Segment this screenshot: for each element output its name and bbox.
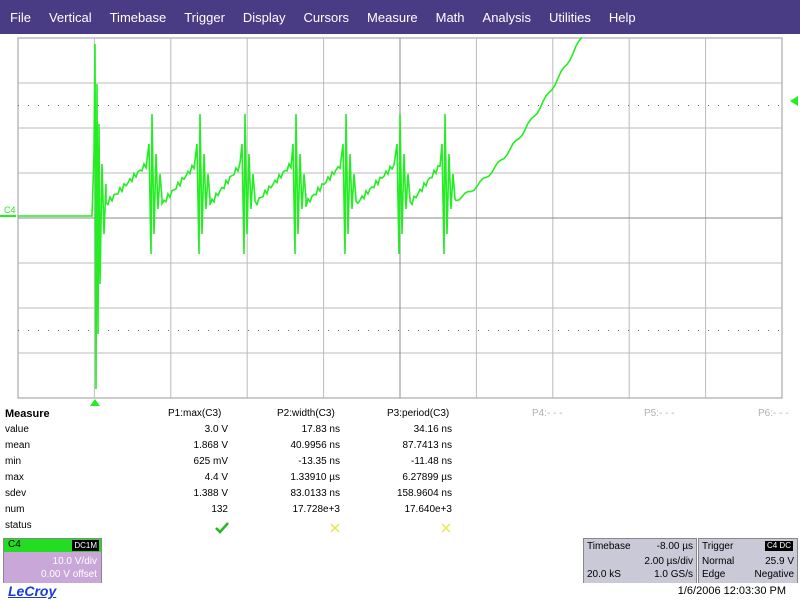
waveform-display[interactable]: C4 <box>0 34 800 406</box>
menu-math[interactable]: Math <box>427 10 474 25</box>
channel-4-trace <box>18 36 583 390</box>
cell-p2: -13.35 ns <box>298 456 340 467</box>
menu-bar: File Vertical Timebase Trigger Display C… <box>0 0 800 34</box>
menu-display[interactable]: Display <box>234 10 295 25</box>
trigger-mode: Normal <box>702 556 735 567</box>
cell-p1: 1.868 V <box>193 440 228 451</box>
trigger-title: Trigger <box>702 541 734 552</box>
measure-title: Measure <box>5 408 50 420</box>
row-label: max <box>5 472 24 483</box>
param-p1[interactable]: P1:max(C3) <box>168 408 221 419</box>
trigger-descriptor[interactable]: Trigger C4 DC Normal 25.9 V Edge Negativ… <box>698 538 798 584</box>
measure-panel: Measure P1:max(C3) P2:width(C3) P3:perio… <box>0 406 800 536</box>
trigger-level: 25.9 V <box>765 556 794 567</box>
param-p4[interactable]: P4:- - - <box>532 408 563 419</box>
menu-measure[interactable]: Measure <box>358 10 427 25</box>
trigger-level-icon[interactable] <box>790 96 798 106</box>
menu-vertical[interactable]: Vertical <box>40 10 101 25</box>
cell-p2: 17.83 ns <box>301 424 340 435</box>
row-label: sdev <box>5 488 27 499</box>
cell-p1: 1.388 V <box>193 488 228 499</box>
coupling-badge: DC1M <box>72 540 99 551</box>
trigger-position-icon[interactable] <box>90 399 100 406</box>
cell-p3: 87.7413 ns <box>402 440 453 451</box>
cell-p1: 3.0 V <box>204 424 228 435</box>
row-label: num <box>5 504 25 515</box>
cell-p3: 34.16 ns <box>413 424 452 435</box>
param-p3[interactable]: P3:period(C3) <box>387 408 449 419</box>
measure-row-status: status <box>0 520 800 536</box>
channel-4-header: C4 DC1M <box>4 539 101 552</box>
timebase-title: Timebase <box>587 541 631 552</box>
measure-row-value: value 3.0 V 17.83 ns 34.16 ns <box>0 424 800 440</box>
menu-analysis[interactable]: Analysis <box>474 10 540 25</box>
menu-cursors[interactable]: Cursors <box>295 10 359 25</box>
cross-icon <box>441 523 451 533</box>
timebase-delay: -8.00 µs <box>656 541 693 552</box>
channel-marker[interactable]: C4 <box>0 205 16 217</box>
cell-p2: 17.728e+3 <box>292 504 340 515</box>
measure-row-mean: mean 1.868 V 40.9956 ns 87.7413 ns <box>0 440 800 456</box>
trigger-source-badge: C4 DC <box>764 541 793 551</box>
cell-p3: 158.9604 ns <box>396 488 452 499</box>
row-label: mean <box>5 440 31 451</box>
measure-row-sdev: sdev 1.388 V 83.0133 ns 158.9604 ns <box>0 488 800 504</box>
param-p2[interactable]: P2:width(C3) <box>277 408 335 419</box>
timebase-rate: 1.0 GS/s <box>654 569 693 580</box>
menu-timebase[interactable]: Timebase <box>101 10 176 25</box>
timebase-descriptor[interactable]: Timebase -8.00 µs 2.00 µs/div 20.0 kS 1.… <box>583 538 697 584</box>
channel-4-descriptor[interactable]: C4 DC1M 10.0 V/div 0.00 V offset <box>3 538 102 584</box>
cell-p2: 83.0133 ns <box>290 488 341 499</box>
cell-p3: 17.640e+3 <box>404 504 452 515</box>
cell-p2: 40.9956 ns <box>290 440 341 451</box>
measure-row-num: num 132 17.728e+3 17.640e+3 <box>0 504 800 520</box>
menu-file[interactable]: File <box>0 10 40 25</box>
offset: 0.00 V offset <box>41 569 97 580</box>
channel-name: C4 <box>8 539 21 550</box>
volts-per-div: 10.0 V/div <box>52 556 97 567</box>
channel-marker-label: C4 <box>4 205 16 215</box>
row-label: value <box>5 424 29 435</box>
date-time: 1/6/2006 12:03:30 PM <box>677 585 786 597</box>
menu-utilities[interactable]: Utilities <box>540 10 600 25</box>
measure-row-min: min 625 mV -13.35 ns -11.48 ns <box>0 456 800 472</box>
cell-p1: 132 <box>211 504 228 515</box>
trigger-slope: Negative <box>754 569 794 580</box>
cell-p3: -11.48 ns <box>411 456 452 467</box>
lecroy-logo[interactable]: LeCroy <box>8 583 56 599</box>
row-label: status <box>5 520 32 531</box>
param-p6[interactable]: P6:- - - <box>758 408 789 419</box>
timebase-samples: 20.0 kS <box>587 569 621 580</box>
status-bar: LeCroy 1/6/2006 12:03:30 PM <box>0 583 800 600</box>
trigger-type: Edge <box>702 569 726 580</box>
timebase-per-div: 2.00 µs/div <box>644 556 693 567</box>
row-label: min <box>5 456 22 467</box>
cross-icon <box>330 523 340 533</box>
measure-row-max: max 4.4 V 1.33910 µs 6.27899 µs <box>0 472 800 488</box>
menu-trigger[interactable]: Trigger <box>175 10 234 25</box>
menu-help[interactable]: Help <box>600 10 645 25</box>
cell-p1: 625 mV <box>193 456 228 467</box>
cell-p3: 6.27899 µs <box>402 472 452 483</box>
waveform-grid-svg: C4 <box>0 36 798 406</box>
param-p5[interactable]: P5:- - - <box>644 408 675 419</box>
check-icon <box>215 522 229 534</box>
cell-p1: 4.4 V <box>204 472 228 483</box>
cell-p2: 1.33910 µs <box>290 472 340 483</box>
